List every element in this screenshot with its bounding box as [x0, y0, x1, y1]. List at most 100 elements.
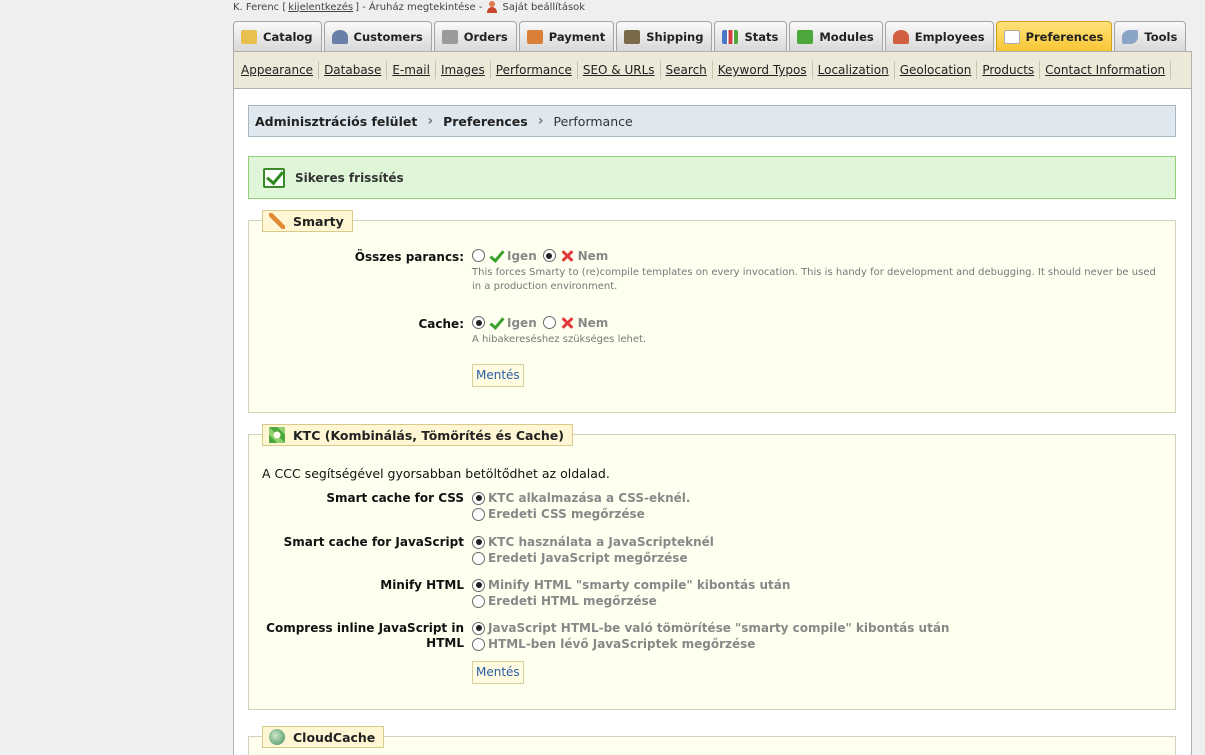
truck-icon — [624, 29, 641, 44]
chevron-right-icon: › — [537, 113, 544, 129]
ktc-inline-js-enable-radio[interactable] — [472, 621, 485, 635]
cloudcache-legend: CloudCache — [262, 726, 385, 748]
ktc-js-enable-label: KTC használata a JavaScripteknél — [488, 535, 714, 549]
ktc-inline-js-label: Compress inline JavaScript in HTML — [266, 621, 464, 650]
shop-view-link[interactable]: Áruház megtekintése - — [369, 2, 483, 13]
ktc-css-keep-radio[interactable] — [472, 507, 485, 521]
check-icon — [489, 316, 503, 330]
ktc-css-control: KTC alkalmazása a CSS-eknél. Eredeti CSS… — [472, 490, 1162, 522]
cloud-icon — [269, 729, 285, 745]
breadcrumb: Adminisztrációs felület › Preferences › … — [248, 105, 1176, 137]
ktc-save-button[interactable]: Mentés — [472, 661, 524, 684]
payment-icon — [526, 29, 543, 44]
tab-customers[interactable]: Customers — [323, 21, 432, 51]
ktc-inline-js-enable-label: JavaScript HTML-be való tömörítése "smar… — [488, 621, 950, 635]
subnav-appearance[interactable]: Appearance — [236, 61, 320, 79]
customer-icon — [331, 29, 348, 44]
force-compile-label: Összes parancs: — [354, 250, 464, 264]
tab-orders[interactable]: Orders — [433, 21, 517, 51]
force-compile-yes-radio[interactable] — [472, 249, 485, 262]
chevron-right-icon: › — [427, 113, 434, 129]
subnav-performance[interactable]: Performance — [491, 61, 578, 79]
subnav-localization[interactable]: Localization — [813, 61, 895, 79]
ktc-legend: KTC (Kombinálás, Tömörítés és Cache) — [262, 424, 573, 446]
cache-yes-label: Igen — [507, 315, 537, 330]
tab-payment[interactable]: Payment — [518, 21, 615, 51]
force-compile-hint: This forces Smarty to (re)compile templa… — [472, 266, 1156, 292]
ktc-js-keep-radio[interactable] — [472, 551, 485, 565]
puzzle-icon — [797, 29, 814, 44]
ktc-minify-keep-label: Eredeti HTML megőrzése — [488, 594, 657, 608]
smarty-title: Smarty — [293, 213, 344, 229]
subnav-search[interactable]: Search — [661, 61, 713, 79]
force-compile-yes-label: Igen — [507, 248, 537, 263]
force-compile-control: Igen Nem This forces Smarty to (re)compi… — [472, 248, 1162, 294]
ktc-title: KTC (Kombinálás, Tömörítés és Cache) — [293, 427, 564, 443]
cloudcache-title: CloudCache — [293, 729, 376, 745]
ktc-fieldset: KTC (Kombinálás, Tömörítés és Cache) A C… — [248, 424, 1176, 710]
check-icon — [263, 167, 285, 188]
user-icon — [486, 1, 498, 13]
tab-tools[interactable]: Tools — [1114, 21, 1187, 51]
success-text: Sikeres frissítés — [295, 170, 404, 185]
subnav-keyword-typos[interactable]: Keyword Typos — [713, 61, 813, 79]
preferences-icon — [1003, 29, 1020, 44]
tab-employees[interactable]: Employees — [884, 21, 994, 51]
force-compile-no-label: Nem — [577, 248, 609, 263]
ktc-intro: A CCC segítségével gyorsabban betöltődhe… — [262, 466, 610, 481]
cross-icon — [560, 249, 574, 263]
breadcrumb-current: Performance — [553, 113, 633, 129]
check-icon — [489, 249, 503, 263]
cart-icon — [441, 29, 458, 44]
cache-hint: A hibakereséshez szükséges lehet. — [472, 333, 647, 345]
force-compile-no-radio[interactable] — [542, 249, 556, 262]
cache-control: Igen Nem A hibakereséshez szükséges lehe… — [472, 315, 1162, 347]
tab-shipping[interactable]: Shipping — [616, 21, 713, 51]
tab-catalog[interactable]: Catalog — [233, 21, 322, 51]
ktc-js-label: Smart cache for JavaScript — [283, 535, 464, 549]
top-bar: K. Ferenc [ kijelentkezés ] - Áruház meg… — [233, 0, 585, 14]
breadcrumb-section[interactable]: Preferences — [443, 114, 528, 129]
main-content: Adminisztrációs felület › Preferences › … — [233, 89, 1192, 755]
compress-icon — [269, 427, 285, 443]
subnav-products[interactable]: Products — [977, 61, 1041, 79]
cloudcache-fieldset: CloudCache — [248, 726, 1176, 755]
smarty-legend: Smarty — [262, 210, 353, 232]
folder-icon — [241, 29, 257, 44]
smarty-save-button[interactable]: Mentés — [472, 364, 524, 387]
cache-yes-radio[interactable] — [472, 316, 485, 329]
tab-stats[interactable]: Stats — [714, 21, 788, 51]
subnav-email[interactable]: E-mail — [387, 61, 436, 79]
ktc-minify-label: Minify HTML — [380, 578, 464, 592]
subnav-geolocation[interactable]: Geolocation — [895, 61, 978, 79]
ktc-css-keep-label: Eredeti CSS megőrzése — [488, 507, 645, 521]
tab-modules[interactable]: Modules — [789, 21, 883, 51]
sub-navigation: Appearance Database E-mail Images Perfor… — [233, 51, 1192, 89]
ktc-minify-enable-radio[interactable] — [472, 578, 485, 592]
ktc-js-control: KTC használata a JavaScripteknél Eredeti… — [472, 534, 1162, 566]
ktc-css-enable-label: KTC alkalmazása a CSS-eknél. — [488, 491, 691, 505]
logout-link[interactable]: kijelentkezés — [288, 2, 353, 13]
subnav-images[interactable]: Images — [436, 61, 491, 79]
cache-label: Cache: — [418, 317, 465, 331]
ktc-inline-js-keep-label: HTML-ben lévő JavaScriptek megőrzése — [488, 637, 756, 651]
wrench-icon — [1122, 29, 1139, 44]
subnav-contact-information[interactable]: Contact Information — [1040, 61, 1172, 79]
success-message: Sikeres frissítés — [248, 156, 1176, 199]
ktc-css-label: Smart cache for CSS — [326, 491, 464, 505]
subnav-seo-urls[interactable]: SEO & URLs — [578, 61, 661, 79]
ktc-minify-keep-radio[interactable] — [472, 594, 485, 608]
my-settings-link[interactable]: Saját beállítások — [502, 2, 585, 13]
tab-preferences[interactable]: Preferences — [995, 21, 1113, 51]
ktc-inline-js-keep-radio[interactable] — [472, 637, 485, 651]
user-name: K. Ferenc [ — [233, 1, 287, 13]
cache-no-label: Nem — [577, 315, 609, 330]
cross-icon — [560, 316, 574, 330]
ktc-js-enable-radio[interactable] — [472, 535, 485, 549]
cache-no-radio[interactable] — [542, 316, 556, 329]
ktc-css-enable-radio[interactable] — [472, 491, 485, 505]
breadcrumb-root[interactable]: Adminisztrációs felület — [255, 114, 417, 129]
wrench-icon — [269, 213, 285, 229]
main-tabs: Catalog Customers Orders Payment Shippin… — [233, 21, 1188, 51]
subnav-database[interactable]: Database — [319, 61, 388, 79]
